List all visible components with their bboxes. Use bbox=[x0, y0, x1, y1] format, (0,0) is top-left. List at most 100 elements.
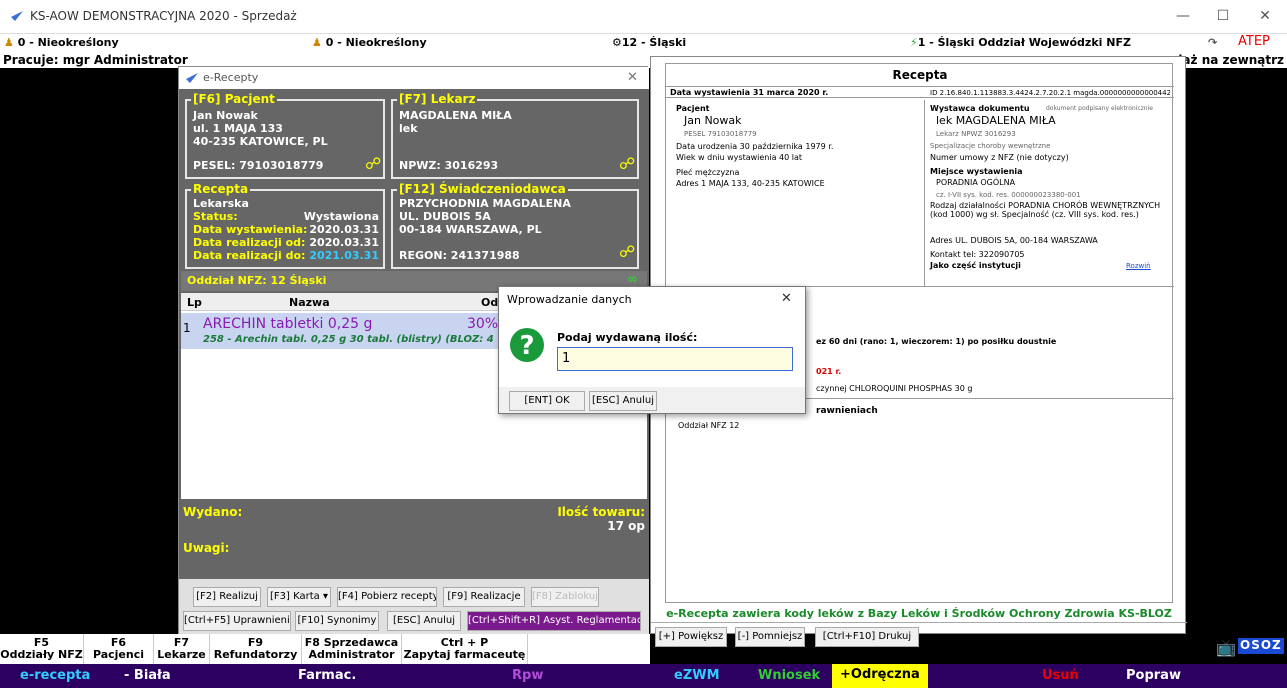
doc-miejsce-label: Miejsce wystawienia bbox=[930, 167, 1023, 176]
fkey-sprzedawca[interactable]: F8 Sprzedawca Administrator bbox=[302, 634, 402, 664]
powieksz-button[interactable]: [+] Powiększ bbox=[655, 627, 727, 647]
ok-button[interactable]: [ENT] OK bbox=[509, 391, 585, 411]
tv-icon: 📺 bbox=[1216, 638, 1236, 657]
anuluj-button[interactable]: [ESC] Anuluj bbox=[387, 611, 461, 631]
doc-footer: e-Recepta zawiera kody leków z Bazy Lekó… bbox=[666, 607, 1172, 620]
doc-urodzenie: Data urodzenia 30 października 1979 r. bbox=[676, 142, 834, 151]
col-lp: Lp bbox=[187, 296, 202, 309]
pacjent-addr2: 40-235 KATOWICE, PL bbox=[193, 135, 328, 148]
fkey-pacjenci[interactable]: F6 Pacjenci bbox=[84, 634, 154, 664]
fkey-oddzialy[interactable]: F5 Oddziały NFZ bbox=[0, 634, 84, 664]
erecepty-title: e-Recepty bbox=[203, 71, 259, 84]
status-mid[interactable]: ♟ 0 - Nieokreślony bbox=[312, 36, 427, 49]
row-odpl: 30% bbox=[467, 316, 499, 332]
doc-uprawnienia: rawnieniach bbox=[816, 406, 878, 416]
status-left[interactable]: ♟ 0 - Nieokreślony bbox=[4, 36, 119, 49]
lekarz-npwz: NPWZ: 3016293 bbox=[399, 159, 499, 172]
minimize-button[interactable]: — bbox=[1168, 8, 1198, 28]
drukuj-button[interactable]: [Ctrl+F10] Drukuj bbox=[815, 627, 919, 647]
doc-heading: Recepta bbox=[892, 68, 948, 82]
drd-value: 2021.03.31 bbox=[309, 249, 379, 262]
doc-wiek: Wiek w dniu wystawienia 40 lat bbox=[676, 153, 803, 162]
gear-icon: ⚙ bbox=[612, 36, 622, 49]
popraw-button[interactable]: Popraw bbox=[1126, 668, 1181, 683]
biala-button[interactable]: - Biała bbox=[124, 668, 171, 683]
doc-podpis: dokument podpisany elektronicznie bbox=[1046, 105, 1153, 112]
dw-label: Data wystawienia: bbox=[193, 223, 308, 236]
doc-data-wyst: Data wystawienia 31 marca 2020 r. bbox=[670, 88, 829, 97]
doc-oddzial: Oddział NFZ 12 bbox=[678, 421, 740, 430]
doc-rozwin-link[interactable]: Rozwiń bbox=[1126, 262, 1151, 270]
pacjent-addr1: ul. 1 MAJA 133 bbox=[193, 122, 283, 135]
ilosc-label: Ilość towaru: bbox=[557, 505, 645, 519]
link-icon[interactable]: ↷ bbox=[1208, 36, 1217, 49]
doc-data-red: 021 r. bbox=[816, 367, 842, 376]
quantity-input[interactable]: 1 bbox=[557, 347, 793, 371]
dialog-title: Wprowadzanie danych bbox=[507, 293, 632, 306]
asyst-button[interactable]: [Ctrl+Shift+R] Asyst. Reglamentacji bbox=[467, 611, 641, 631]
pacjent-name: Jan Nowak bbox=[193, 109, 258, 122]
link-icon[interactable]: ∞ bbox=[627, 272, 638, 287]
recepta-type: Lekarska bbox=[193, 197, 249, 210]
maximize-button[interactable]: ☐ bbox=[1208, 8, 1238, 28]
app-icon bbox=[11, 11, 23, 21]
status-label: Status: bbox=[193, 210, 238, 223]
erecepty-header: e-Recepty ✕ bbox=[179, 67, 649, 89]
pacjent-panel[interactable]: [F6] Pacjent Jan Nowak ul. 1 MAJA 133 40… bbox=[185, 93, 385, 179]
swiad-addr1: UL. DUBOIS 5A bbox=[399, 210, 491, 223]
swiad-addr2: 00-184 WARSZAWA, PL bbox=[399, 223, 542, 236]
wniosek-button[interactable]: Wniosek bbox=[758, 668, 820, 683]
karta-button[interactable]: [F3] Karta ▾ bbox=[267, 587, 331, 607]
rpw-button[interactable]: Rpw bbox=[512, 668, 543, 683]
doc-czesc: Jako część instytucji bbox=[930, 261, 1021, 270]
fkey-zapytaj[interactable]: Ctrl + P Zapytaj farmaceutę bbox=[402, 634, 528, 664]
fkey-refundatorzy[interactable]: F9 Refundatorzy bbox=[210, 634, 302, 664]
pomniejsz-button[interactable]: [-] Pomniejsz bbox=[735, 627, 805, 647]
swiad-title: [F12] Świadczeniodawca bbox=[397, 182, 568, 196]
unlink-icon[interactable]: ☍ bbox=[365, 156, 383, 175]
usun-button[interactable]: Usuń bbox=[1042, 668, 1079, 683]
doc-id: ID 2.16.840.1.113883.3.4424.2.7.20.2.1 m… bbox=[930, 89, 1170, 97]
uwagi-label: Uwagi: bbox=[183, 541, 230, 555]
doc-pacjent-name: Jan Nowak bbox=[684, 114, 742, 127]
oddzial-icon: ⚡ bbox=[910, 36, 918, 49]
doc-plec: Płeć mężczyzna bbox=[676, 168, 740, 177]
realizacje-button[interactable]: [F9] Realizacje bbox=[443, 587, 525, 607]
uprawnienie-button[interactable]: [Ctrl+F5] Uprawnienie bbox=[183, 611, 291, 631]
swiadczeniodawca-panel[interactable]: [F12] Świadczeniodawca PRZYCHODNIA MAGDA… bbox=[391, 183, 639, 269]
farmac-button[interactable]: Farmac. bbox=[298, 668, 356, 683]
lekarz-panel[interactable]: [F7] Lekarz MAGDALENA MIŁA lek NPWZ: 301… bbox=[391, 93, 639, 179]
zablokuj-button[interactable]: [F8] Zablokuj bbox=[531, 587, 599, 607]
dro-value: 2020.03.31 bbox=[309, 236, 379, 249]
synonimy-button[interactable]: [F10] Synonimy bbox=[295, 611, 379, 631]
doc-miejsce: PORADNIA OGÓLNA bbox=[936, 178, 1016, 187]
close-icon[interactable]: ✕ bbox=[781, 291, 792, 306]
close-button[interactable]: ✕ bbox=[1250, 8, 1280, 28]
pacjent-pesel: PESEL: 79103018779 bbox=[193, 159, 324, 172]
atep-label[interactable]: ATEP bbox=[1238, 34, 1270, 49]
oddzial-label: Oddział NFZ: 12 Śląski bbox=[187, 274, 327, 287]
unlink-icon[interactable]: ☍ bbox=[619, 156, 637, 175]
current-user: Pracuje: mgr Administrator bbox=[3, 53, 188, 67]
pobierz-button[interactable]: [F4] Pobierz recepty bbox=[337, 587, 437, 607]
fkey-lekarze[interactable]: F7 Lekarze bbox=[154, 634, 210, 664]
row-sub: 258 - Arechin tabl. 0,25 g 30 tabl. (bli… bbox=[203, 334, 493, 345]
status-oddzial[interactable]: ⚡1 - Śląski Oddział Wojewódzki NFZ bbox=[910, 36, 1131, 49]
dro-label: Data realizacji od: bbox=[193, 236, 306, 249]
drd-label: Data realizacji do: bbox=[193, 249, 306, 262]
cancel-button[interactable]: [ESC] Anuluj bbox=[589, 391, 657, 411]
status-region[interactable]: ⚙12 - Śląski bbox=[612, 36, 686, 49]
close-icon[interactable]: ✕ bbox=[627, 70, 638, 85]
function-keys-bar: F5 Oddziały NFZ F6 Pacjenci F7 Lekarze F9 Re… bbox=[0, 634, 650, 664]
realizuj-button[interactable]: [F2] Realizuj bbox=[193, 587, 261, 607]
doc-spec: Specjalizacje choroby wewnętrzne bbox=[930, 142, 1051, 150]
ezwm-button[interactable]: eZWM bbox=[674, 668, 720, 683]
unlink-icon[interactable]: ☍ bbox=[619, 244, 637, 263]
lekarz-name: MAGDALENA MIŁA bbox=[399, 109, 512, 122]
erecepta-button[interactable]: e-recepta bbox=[20, 668, 90, 683]
odreczna-button[interactable]: +Odręczna bbox=[832, 664, 928, 688]
doc-dawkowanie: ez 60 dni (rano: 1, wieczorem: 1) po pos… bbox=[816, 337, 1057, 346]
window-title: KS-AOW DEMONSTRACYJNA 2020 - Sprzedaż bbox=[30, 9, 297, 23]
status-value: Wystawiona bbox=[303, 210, 379, 223]
status-row: ♟ 0 - Nieokreślony ♟ 0 - Nieokreślony ⚙1… bbox=[0, 34, 1287, 52]
